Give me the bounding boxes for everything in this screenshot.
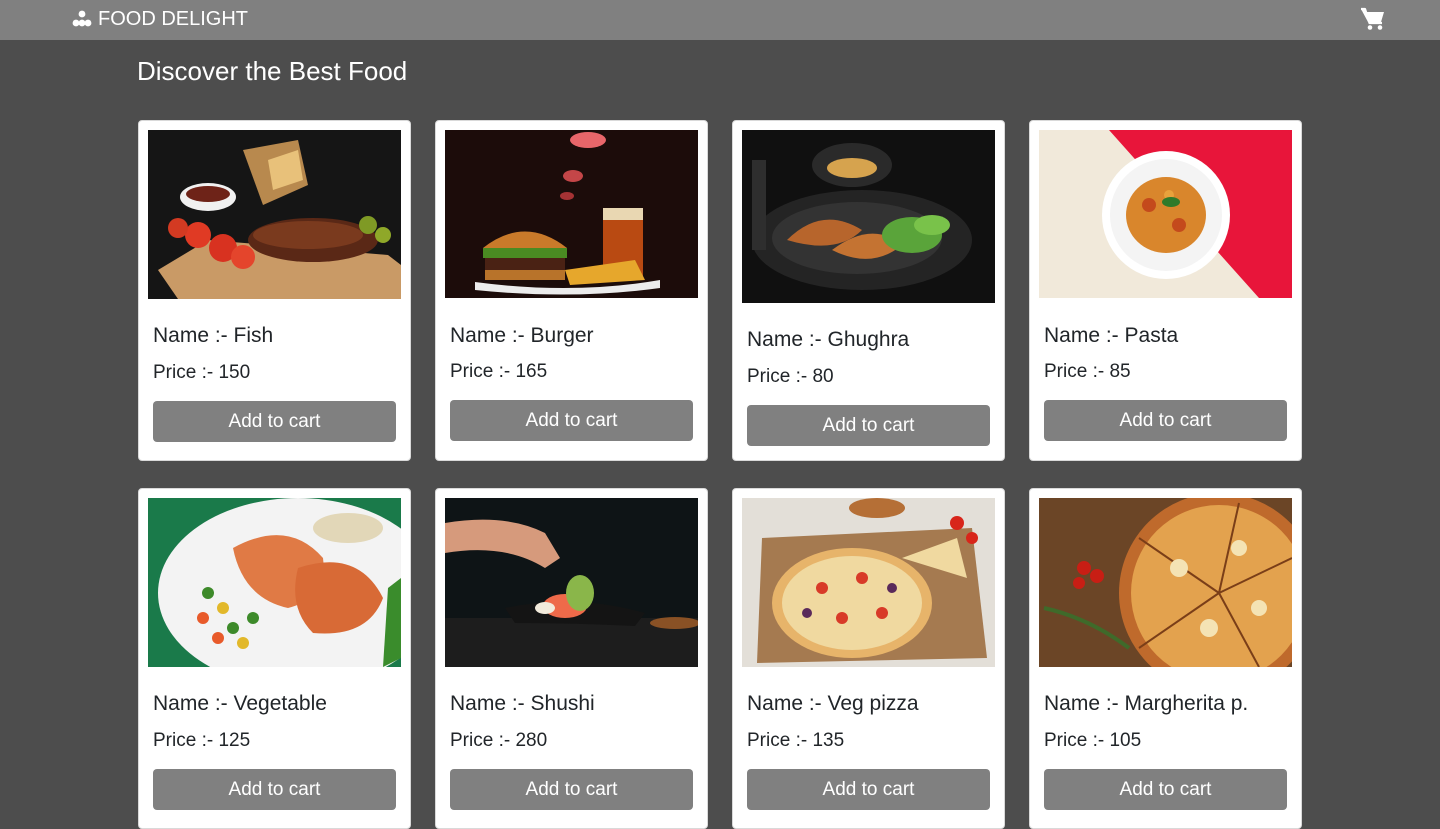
product-price: Price :- 80 [747, 366, 834, 387]
navbar: FOOD DELIGHT [0, 0, 1440, 40]
brand-name: FOOD DELIGHT [98, 7, 249, 30]
product-name: Name :- Margherita p. [1044, 692, 1249, 715]
product-price: Price :- 85 [1044, 361, 1131, 382]
product-price: Price :- 280 [450, 730, 548, 751]
product-price: Price :- 135 [747, 730, 845, 751]
product-card-shushi: Name :- Shushi Price :- 280 Add to cart [435, 488, 708, 829]
shopping-cart-icon [1361, 7, 1384, 30]
product-card-vegetable: Name :- Vegetable Price :- 125 Add to ca… [138, 488, 411, 829]
product-card-pasta: Name :- Pasta Price :- 85 Add to cart [1029, 120, 1302, 461]
brand-link[interactable]: FOOD DELIGHT [72, 7, 248, 31]
product-card-burger: Name :- Burger Price :- 165 Add to cart [435, 120, 708, 461]
product-image [1039, 130, 1292, 298]
add-to-cart-button[interactable]: Add to cart [747, 405, 990, 446]
cart-button[interactable] [1360, 6, 1386, 32]
add-to-cart-button[interactable]: Add to cart [1044, 400, 1287, 441]
product-name: Name :- Pasta [1044, 324, 1179, 347]
product-name: Name :- Burger [450, 324, 594, 347]
product-price: Price :- 105 [1044, 730, 1142, 751]
product-name: Name :- Fish [153, 324, 274, 347]
add-to-cart-button[interactable]: Add to cart [450, 769, 693, 810]
product-image [445, 498, 698, 667]
product-price: Price :- 150 [153, 362, 251, 383]
add-to-cart-button[interactable]: Add to cart [153, 401, 396, 442]
product-image [445, 130, 698, 298]
product-image [1039, 498, 1292, 667]
sitemap-icon [72, 10, 92, 27]
product-card-fish: Name :- Fish Price :- 150 Add to cart [138, 120, 411, 461]
product-name: Name :- Ghughra [747, 328, 910, 351]
product-price: Price :- 125 [153, 730, 251, 751]
add-to-cart-button[interactable]: Add to cart [1044, 769, 1287, 810]
add-to-cart-button[interactable]: Add to cart [747, 769, 990, 810]
product-name: Name :- Vegetable [153, 692, 327, 715]
product-name: Name :- Veg pizza [747, 692, 919, 715]
product-image [148, 498, 401, 667]
product-card-veg-pizza: Name :- Veg pizza Price :- 135 Add to ca… [732, 488, 1005, 829]
product-name: Name :- Shushi [450, 692, 595, 715]
page-heading: Discover the Best Food [137, 56, 408, 86]
product-price: Price :- 165 [450, 361, 548, 382]
product-image [742, 130, 995, 303]
product-card-ghughra: Name :- Ghughra Price :- 80 Add to cart [732, 120, 1005, 461]
product-image [148, 130, 401, 299]
add-to-cart-button[interactable]: Add to cart [153, 769, 396, 810]
product-card-margherita-pizza: Name :- Margherita p. Price :- 105 Add t… [1029, 488, 1302, 829]
add-to-cart-button[interactable]: Add to cart [450, 400, 693, 441]
product-image [742, 498, 995, 667]
